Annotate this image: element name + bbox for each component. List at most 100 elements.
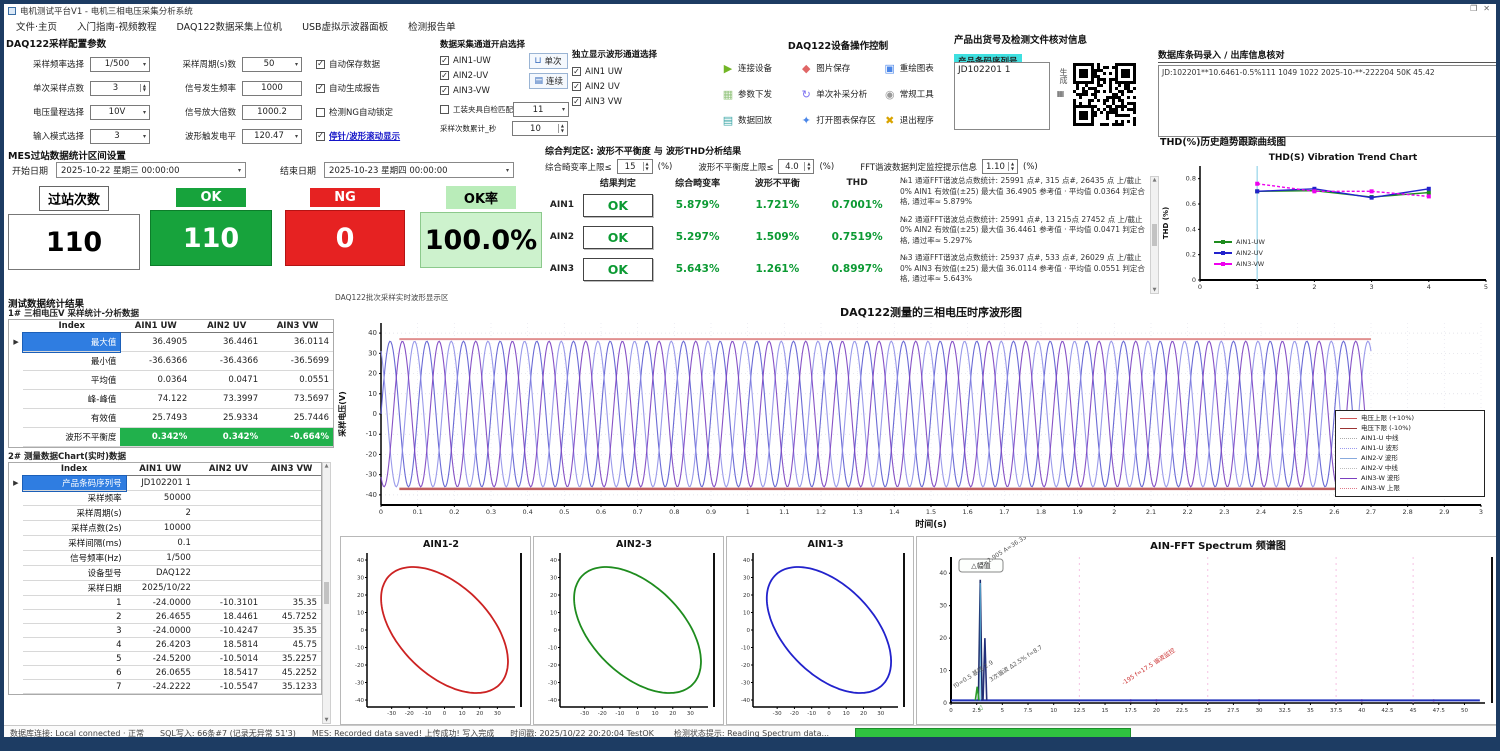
table-row[interactable]: ▶最大值36.490536.446136.0114 [9, 333, 333, 352]
table-cell[interactable]: 10000 [126, 521, 195, 536]
table-row[interactable]: 最小值-36.6366-36.4366-36.5699 [9, 352, 333, 371]
table-cell[interactable] [195, 521, 262, 536]
table-cell[interactable]: 18.5417 [195, 666, 262, 680]
table-cell[interactable]: 45.75 [262, 638, 321, 652]
table-cell[interactable] [195, 491, 262, 506]
acq-single-button[interactable]: ⊔单次 [529, 53, 568, 69]
table-cell[interactable]: 有效值 [23, 409, 120, 428]
table-row[interactable]: 采样日期2025/10/22 [9, 581, 321, 596]
table-cell[interactable] [195, 476, 262, 491]
table-cell[interactable]: 45.7252 [262, 610, 321, 624]
ops-button[interactable]: ◉常规工具 [882, 84, 956, 104]
checkbox[interactable]: ✓AIN2-UV [440, 71, 488, 81]
spin-down-icon[interactable]: ▼ [807, 167, 810, 171]
checkbox[interactable]: ✓自动保存数据 [316, 58, 380, 70]
table-cell[interactable] [195, 506, 262, 521]
judge-control-spinner[interactable]: 1.10▲▼ [982, 159, 1018, 174]
table-cell[interactable] [262, 476, 321, 491]
ops-button[interactable]: ◆图片保存 [798, 58, 878, 78]
fixture-select[interactable]: 11▾ [513, 102, 569, 117]
table-cell[interactable]: 采样频率 [23, 491, 126, 506]
checkbox[interactable]: ✓自动生成报告 [316, 82, 380, 94]
judge-control-spinner[interactable]: 4.0▲▼ [778, 159, 814, 174]
table-cell[interactable]: 18.4461 [195, 610, 262, 624]
acq-field-control[interactable]: 120.47▾ [242, 129, 302, 144]
table-cell[interactable]: 采样日期 [23, 581, 126, 596]
table-cell[interactable]: -24.0000 [126, 596, 195, 610]
table-cell[interactable]: 25.7446 [262, 409, 333, 428]
table-cell[interactable]: -36.5699 [262, 352, 333, 371]
table-cell[interactable]: DAQ122 [126, 566, 195, 581]
acq-field-control[interactable]: 50▾ [242, 57, 302, 72]
ops-button[interactable]: ↻单次补采分析 [798, 84, 878, 104]
judge-control-spinner[interactable]: 15▲▼ [617, 159, 653, 174]
acq-field-control[interactable]: 1000 [242, 81, 302, 96]
menu-item-1[interactable]: 入门指南-视频教程 [67, 19, 166, 33]
table2-scrollbar[interactable]: ▲▼ [322, 462, 331, 724]
table-cell[interactable]: 35.2257 [262, 652, 321, 666]
ops-button[interactable]: ▶连接设备 [720, 58, 794, 78]
menu-item-2[interactable]: DAQ122数据采集上位机 [166, 19, 292, 33]
table-cell[interactable]: 26.4203 [126, 638, 195, 652]
table-cell[interactable]: -24.0000 [126, 624, 195, 638]
table-cell[interactable]: 4 [23, 638, 126, 652]
table-row[interactable]: 峰-峰值74.12273.399773.5697 [9, 390, 333, 409]
table-cell[interactable]: 26.0655 [126, 666, 195, 680]
db-info-content[interactable]: JD:102201**10.6461-0.5%111 1049 1022 202… [1158, 65, 1498, 137]
table-cell[interactable]: 2 [23, 610, 126, 624]
table-cell[interactable]: 产品条码序列号 [23, 476, 126, 491]
ops-button[interactable]: ▣重绘图表 [882, 58, 956, 78]
table-row[interactable]: 626.065518.541745.2252 [9, 666, 321, 680]
table-cell[interactable]: -24.5200 [126, 652, 195, 666]
table-cell[interactable]: 波形不平衡度 [23, 428, 120, 447]
table-cell[interactable] [262, 536, 321, 551]
table-row[interactable]: 波形不平衡度0.342%0.342%-0.664% [9, 428, 333, 447]
table-row[interactable]: 采样间隔(ms)0.1 [9, 536, 321, 551]
ops-button[interactable]: ✖退出程序 [882, 110, 956, 130]
ops-button[interactable]: ✦打开图表保存区 [798, 110, 878, 130]
table-row[interactable]: 信号频率(Hz)1/500 [9, 551, 321, 566]
table-cell[interactable]: 73.5697 [262, 390, 333, 409]
table-cell[interactable]: 36.4905 [120, 333, 191, 352]
table-cell[interactable]: 2025/10/22 [126, 581, 195, 596]
column-header[interactable]: AIN2 UV [195, 463, 262, 476]
table-cell[interactable]: 74.122 [120, 390, 191, 409]
spinner-arrows[interactable]: ▲▼ [558, 124, 564, 133]
table-cell[interactable]: 信号频率(Hz) [23, 551, 126, 566]
table-cell[interactable]: -36.4366 [191, 352, 262, 371]
generate-barcode-button[interactable]: 生成 [1054, 68, 1067, 84]
table-cell[interactable]: 3 [23, 624, 126, 638]
table-cell[interactable]: 18.5814 [195, 638, 262, 652]
table-cell[interactable]: 35.35 [262, 624, 321, 638]
window-control-0[interactable]: ❐ [1470, 4, 1477, 13]
table-row[interactable]: 1-24.0000-10.310135.35 [9, 596, 321, 610]
count-spinner[interactable]: 10▲▼ [512, 121, 568, 136]
table-row[interactable]: 7-24.2222-10.554735.1233 [9, 680, 321, 694]
table-cell[interactable] [262, 551, 321, 566]
table-cell[interactable]: 26.4655 [126, 610, 195, 624]
column-header[interactable]: AIN1 UW [126, 463, 195, 476]
column-header[interactable]: AIN1 UW [120, 320, 191, 333]
ops-button[interactable]: ▦参数下发 [720, 84, 794, 104]
table-cell[interactable]: 0.0471 [191, 371, 262, 390]
table-cell[interactable]: 1/500 [126, 551, 195, 566]
table-cell[interactable]: 35.1233 [262, 680, 321, 694]
table-cell[interactable]: JD102201 1 [126, 476, 195, 491]
table-row[interactable]: 平均值0.03640.04710.0551 [9, 371, 333, 390]
table-cell[interactable]: -0.664% [262, 428, 333, 447]
table-cell[interactable]: -10.5014 [195, 652, 262, 666]
menu-item-3[interactable]: USB虚拟示波器面板 [292, 19, 398, 33]
table-cell[interactable]: 平均值 [23, 371, 120, 390]
table-row[interactable]: ▶产品条码序列号JD102201 1 [9, 476, 321, 491]
table-cell[interactable]: 2 [126, 506, 195, 521]
checkbox[interactable]: ✓AIN3 VW [572, 97, 622, 107]
table-cell[interactable] [262, 521, 321, 536]
table-row[interactable]: 5-24.5200-10.501435.2257 [9, 652, 321, 666]
table-cell[interactable]: 50000 [126, 491, 195, 506]
table-cell[interactable] [262, 566, 321, 581]
spinner-arrows[interactable]: ▲▼ [140, 84, 146, 93]
table-row[interactable]: 采样点数(2s)10000 [9, 521, 321, 536]
scroll-thumb[interactable] [324, 582, 329, 604]
log-body[interactable]: №1 通道FFT谐波总点数统计: 25991 点#, 315 点#, 26435… [900, 176, 1150, 294]
column-header[interactable]: Index [23, 320, 120, 333]
